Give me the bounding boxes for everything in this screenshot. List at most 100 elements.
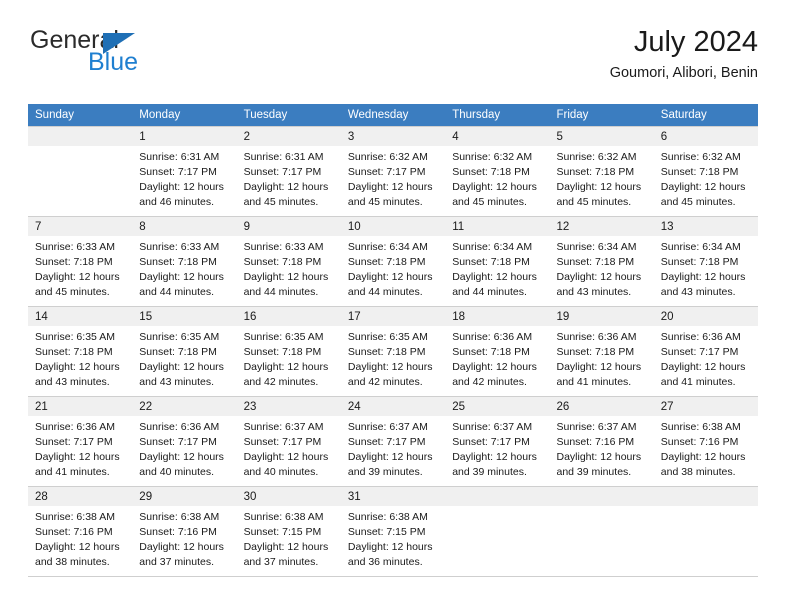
calendar-cell-inner: 27 Sunrise: 6:38 AM Sunset: 7:16 PM Dayligh… (653, 397, 758, 486)
sunset-text: Sunset: 7:18 PM (35, 345, 113, 358)
calendar-day-cell[interactable]: 28 Sunrise: 6:38 AM Sunset: 7:16 PM Dayligh… (28, 486, 133, 577)
calendar-day-cell[interactable]: 2 Sunrise: 6:31 AM Sunset: 7:17 PM Daylight… (236, 126, 341, 217)
day-sun-info: Sunrise: 6:32 AM Sunset: 7:17 PM Daylight:… (341, 146, 445, 210)
day-number: 7 (28, 217, 133, 236)
day-number: 18 (445, 307, 550, 326)
day-number: 24 (340, 397, 446, 416)
calendar-cell-inner: 20 Sunrise: 6:36 AM Sunset: 7:17 PM Dayligh… (653, 307, 758, 396)
calendar-day-cell[interactable]: 16 Sunrise: 6:35 AM Sunset: 7:18 PM Dayligh… (236, 306, 341, 397)
sunrise-text: Sunrise: 6:38 AM (243, 511, 324, 523)
day-sun-info: Sunrise: 6:31 AM Sunset: 7:17 PM Daylight:… (132, 146, 236, 210)
calendar-day-cell[interactable]: 9 Sunrise: 6:33 AM Sunset: 7:18 PM Daylight… (236, 216, 341, 307)
day-sun-info: Sunrise: 6:36 AM Sunset: 7:17 PM Daylight:… (654, 326, 758, 390)
daylight-text-line1: Daylight: 12 hours (347, 270, 433, 283)
calendar-day-cell[interactable]: 17 Sunrise: 6:35 AM Sunset: 7:18 PM Dayligh… (340, 306, 446, 397)
sunset-text: Sunset: 7:18 PM (452, 165, 530, 178)
calendar-cell-inner: 6 Sunrise: 6:32 AM Sunset: 7:18 PM Daylight… (653, 127, 758, 216)
day-sun-info: Sunrise: 6:33 AM Sunset: 7:18 PM Daylight:… (132, 236, 236, 300)
calendar-day-cell[interactable]: 11 Sunrise: 6:34 AM Sunset: 7:18 PM Dayligh… (445, 216, 550, 307)
day-number: 27 (653, 397, 758, 416)
sunset-text: Sunset: 7:16 PM (556, 435, 635, 448)
daylight-text-line1: Daylight: 12 hours (139, 180, 224, 193)
sunrise-text: Sunrise: 6:32 AM (556, 151, 637, 163)
day-number: 30 (236, 487, 341, 506)
calendar-cell-inner: 22 Sunrise: 6:36 AM Sunset: 7:17 PM Dayligh… (132, 397, 237, 486)
calendar-day-cell[interactable]: 18 Sunrise: 6:36 AM Sunset: 7:18 PM Dayligh… (445, 306, 550, 397)
daylight-text-line1: Daylight: 12 hours (35, 450, 120, 463)
calendar-day-cell[interactable]: 3 Sunrise: 6:32 AM Sunset: 7:17 PM Daylight… (340, 126, 446, 217)
calendar-day-cell[interactable]: 6 Sunrise: 6:32 AM Sunset: 7:18 PM Daylight… (653, 126, 758, 217)
calendar-day-cell[interactable]: 1 Sunrise: 6:31 AM Sunset: 7:17 PM Daylight… (132, 126, 237, 217)
calendar-day-cell[interactable]: 21 Sunrise: 6:36 AM Sunset: 7:17 PM Dayligh… (28, 396, 133, 487)
general-blue-logo[interactable]: General Blue (28, 26, 238, 88)
calendar-day-cell[interactable]: 12 Sunrise: 6:34 AM Sunset: 7:18 PM Dayligh… (549, 216, 654, 307)
sunrise-text: Sunrise: 6:37 AM (347, 421, 428, 433)
calendar-day-cell[interactable]: 25 Sunrise: 6:37 AM Sunset: 7:17 PM Dayligh… (445, 396, 550, 487)
sunrise-text: Sunrise: 6:37 AM (452, 421, 533, 433)
calendar-day-cell[interactable]: 24 Sunrise: 6:37 AM Sunset: 7:17 PM Dayligh… (340, 396, 446, 487)
daylight-text-line2: and 45 minutes. (35, 285, 110, 298)
page-title: July 2024 (633, 26, 758, 58)
day-sun-info: Sunrise: 6:34 AM Sunset: 7:18 PM Daylight:… (549, 236, 653, 300)
day-number: 9 (236, 217, 341, 236)
calendar-week-row: 21 Sunrise: 6:36 AM Sunset: 7:17 PM Dayligh… (28, 396, 758, 487)
calendar-day-cell[interactable]: 19 Sunrise: 6:36 AM Sunset: 7:18 PM Dayligh… (549, 306, 654, 397)
day-number: 3 (340, 127, 446, 146)
calendar-day-cell[interactable]: 20 Sunrise: 6:36 AM Sunset: 7:17 PM Dayligh… (653, 306, 758, 397)
calendar-day-cell[interactable]: 29 Sunrise: 6:38 AM Sunset: 7:16 PM Dayligh… (132, 486, 237, 577)
month-calendar-table: Sunday Monday Tuesday Wednesday Thursday… (28, 104, 758, 577)
daylight-text-line2: and 41 minutes. (35, 465, 110, 478)
day-sun-info: Sunrise: 6:35 AM Sunset: 7:18 PM Daylight:… (341, 326, 445, 390)
calendar-cell-inner: 16 Sunrise: 6:35 AM Sunset: 7:18 PM Dayligh… (236, 307, 341, 396)
calendar-day-cell[interactable]: 8 Sunrise: 6:33 AM Sunset: 7:18 PM Daylight… (132, 216, 237, 307)
daylight-text-line1: Daylight: 12 hours (347, 540, 433, 553)
calendar-cell-inner: 10 Sunrise: 6:34 AM Sunset: 7:18 PM Dayligh… (340, 217, 446, 306)
daylight-text-line1: Daylight: 12 hours (660, 450, 746, 463)
page-header: General Blue July 2024 Goumori, Alibori,… (28, 26, 758, 96)
day-sun-info: Sunrise: 6:32 AM Sunset: 7:18 PM Daylight:… (549, 146, 653, 210)
sunset-text: Sunset: 7:17 PM (139, 165, 217, 178)
calendar-cell-empty (653, 486, 758, 577)
calendar-day-cell[interactable]: 30 Sunrise: 6:38 AM Sunset: 7:15 PM Dayligh… (236, 486, 341, 577)
calendar-cell-inner: 14 Sunrise: 6:35 AM Sunset: 7:18 PM Dayligh… (28, 307, 133, 396)
day-sun-info: Sunrise: 6:33 AM Sunset: 7:18 PM Daylight:… (237, 236, 341, 300)
daylight-text-line2: and 38 minutes. (660, 465, 736, 478)
calendar-day-cell[interactable]: 27 Sunrise: 6:38 AM Sunset: 7:16 PM Dayligh… (653, 396, 758, 487)
day-number: 21 (28, 397, 133, 416)
daylight-text-line1: Daylight: 12 hours (139, 450, 224, 463)
daylight-text-line2: and 42 minutes. (452, 375, 527, 388)
day-number: 26 (549, 397, 654, 416)
calendar-day-cell[interactable]: 7 Sunrise: 6:33 AM Sunset: 7:18 PM Daylight… (28, 216, 133, 307)
daylight-text-line2: and 45 minutes. (347, 195, 423, 208)
sunrise-text: Sunrise: 6:36 AM (139, 421, 220, 433)
calendar-day-cell[interactable]: 5 Sunrise: 6:32 AM Sunset: 7:18 PM Daylight… (549, 126, 654, 217)
daylight-text-line2: and 39 minutes. (556, 465, 632, 478)
daylight-text-line2: and 40 minutes. (139, 465, 215, 478)
sunset-text: Sunset: 7:17 PM (139, 435, 217, 448)
sunrise-text: Sunrise: 6:38 AM (35, 511, 115, 523)
sunrise-text: Sunrise: 6:33 AM (139, 241, 220, 253)
daylight-text-line1: Daylight: 12 hours (347, 450, 433, 463)
calendar-day-cell[interactable]: 4 Sunrise: 6:32 AM Sunset: 7:18 PM Daylight… (445, 126, 550, 217)
calendar-cell-inner: 17 Sunrise: 6:35 AM Sunset: 7:18 PM Dayligh… (340, 307, 446, 396)
day-sun-info: Sunrise: 6:37 AM Sunset: 7:17 PM Daylight:… (445, 416, 549, 480)
daylight-text-line2: and 41 minutes. (660, 375, 736, 388)
calendar-cell-inner (653, 487, 758, 576)
day-number: 20 (653, 307, 758, 326)
calendar-day-cell[interactable]: 13 Sunrise: 6:34 AM Sunset: 7:18 PM Dayligh… (653, 216, 758, 307)
calendar-day-cell[interactable]: 10 Sunrise: 6:34 AM Sunset: 7:18 PM Dayligh… (340, 216, 446, 307)
day-sun-info: Sunrise: 6:38 AM Sunset: 7:16 PM Daylight:… (28, 506, 132, 570)
calendar-day-cell[interactable]: 14 Sunrise: 6:35 AM Sunset: 7:18 PM Dayligh… (28, 306, 133, 397)
daylight-text-line1: Daylight: 12 hours (556, 180, 642, 193)
calendar-day-cell[interactable]: 15 Sunrise: 6:35 AM Sunset: 7:18 PM Dayligh… (132, 306, 237, 397)
sunrise-text: Sunrise: 6:38 AM (139, 511, 220, 523)
calendar-day-cell[interactable]: 23 Sunrise: 6:37 AM Sunset: 7:17 PM Dayligh… (236, 396, 341, 487)
sunset-text: Sunset: 7:15 PM (243, 525, 322, 538)
calendar-day-cell[interactable]: 26 Sunrise: 6:37 AM Sunset: 7:16 PM Dayligh… (549, 396, 654, 487)
calendar-day-cell[interactable]: 22 Sunrise: 6:36 AM Sunset: 7:17 PM Dayligh… (132, 396, 237, 487)
calendar-cell-inner: 18 Sunrise: 6:36 AM Sunset: 7:18 PM Dayligh… (445, 307, 550, 396)
day-sun-info: Sunrise: 6:34 AM Sunset: 7:18 PM Daylight:… (445, 236, 549, 300)
calendar-day-cell[interactable]: 31 Sunrise: 6:38 AM Sunset: 7:15 PM Dayligh… (340, 486, 446, 577)
day-number: 31 (340, 487, 446, 506)
daylight-text-line1: Daylight: 12 hours (139, 270, 224, 283)
